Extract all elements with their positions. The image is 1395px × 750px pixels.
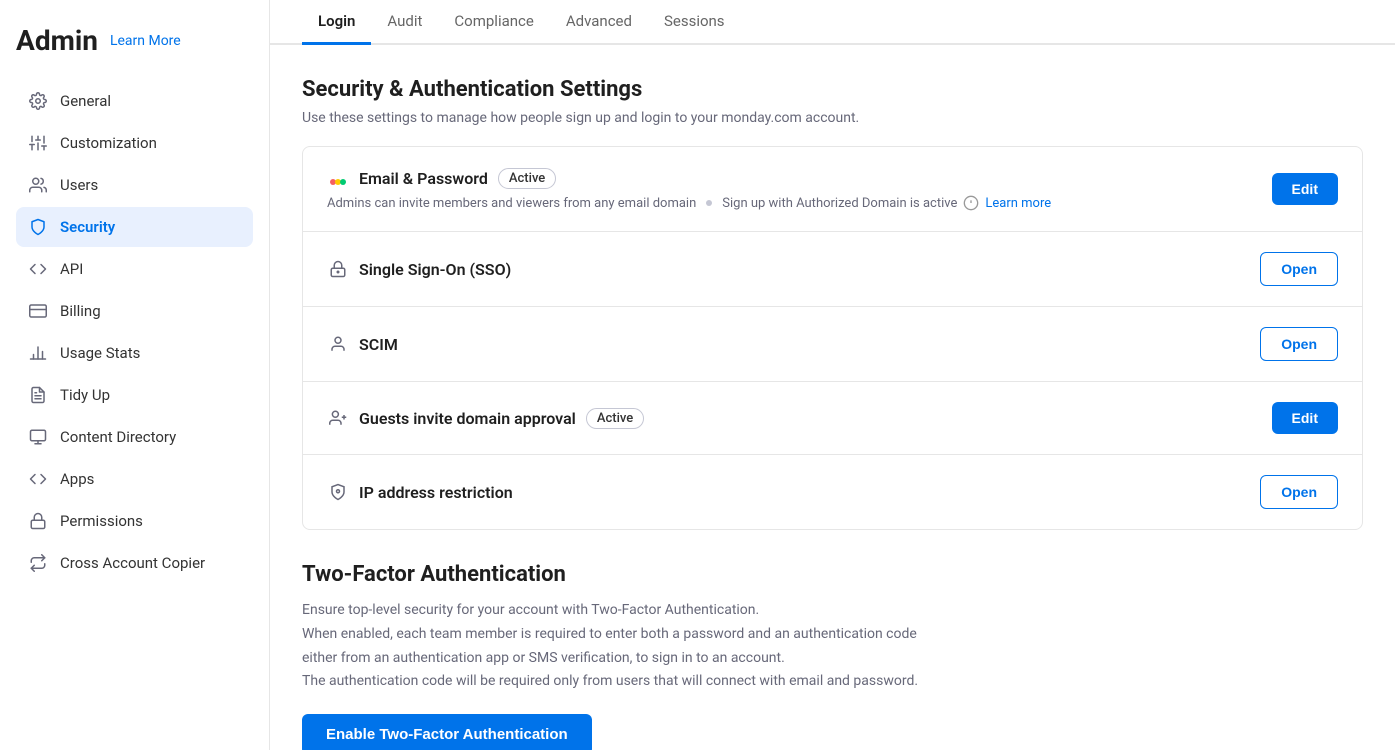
tfa-section: Two-Factor Authentication Ensure top-lev… (302, 562, 1363, 750)
sidebar-item-label-billing: Billing (60, 302, 101, 320)
chart-icon (28, 343, 48, 363)
edit-guests-invite-button[interactable]: Edit (1272, 402, 1338, 434)
sidebar-item-label-users: Users (60, 176, 98, 194)
sidebar-item-label-api: API (60, 260, 83, 278)
sidebar-learn-more-link[interactable]: Learn More (110, 33, 181, 49)
tabs-nav: Login Audit Compliance Advanced Sessions (270, 0, 1395, 45)
scim-title: SCIM (359, 335, 398, 354)
lock-icon (28, 511, 48, 531)
edit-email-password-button[interactable]: Edit (1272, 173, 1338, 205)
sidebar-item-permissions[interactable]: Permissions (16, 501, 253, 541)
tab-sessions[interactable]: Sessions (648, 0, 741, 45)
sidebar-item-security[interactable]: Security (16, 207, 253, 247)
code-icon (28, 469, 48, 489)
tab-login[interactable]: Login (302, 0, 371, 45)
info-icon (963, 195, 979, 211)
guests-invite-badge: Active (586, 408, 644, 429)
email-password-badge: Active (498, 168, 556, 189)
separator-dot (706, 200, 712, 206)
open-scim-button[interactable]: Open (1260, 327, 1338, 361)
tfa-desc-line4: The authentication code will be required… (302, 670, 1363, 694)
settings-row-guests-invite: Guests invite domain approval Active Edi… (303, 382, 1362, 455)
content-area: Security & Authentication Settings Use t… (270, 45, 1395, 750)
sso-title-group: Single Sign-On (SSO) (327, 258, 1260, 280)
arrows-icon (28, 553, 48, 573)
tfa-desc-line3: either from an authentication app or SMS… (302, 647, 1363, 671)
sidebar-item-general[interactable]: General (16, 81, 253, 121)
sidebar-item-label-permissions: Permissions (60, 512, 143, 530)
section-desc: Use these settings to manage how people … (302, 110, 1363, 126)
sidebar-item-apps[interactable]: Apps (16, 459, 253, 499)
sso-title: Single Sign-On (SSO) (359, 260, 511, 279)
settings-row-scim: SCIM Open (303, 307, 1362, 382)
settings-card: Email & Password Active Admins can invit… (302, 146, 1363, 530)
sidebar-item-label-cross-account-copier: Cross Account Copier (60, 554, 205, 572)
settings-row-email-password: Email & Password Active Admins can invit… (303, 147, 1362, 232)
gear-icon (28, 91, 48, 111)
tab-advanced[interactable]: Advanced (550, 0, 648, 45)
open-ip-restriction-button[interactable]: Open (1260, 475, 1338, 509)
tidy-icon (28, 385, 48, 405)
sso-lock-icon (327, 258, 349, 280)
enable-tfa-button[interactable]: Enable Two-Factor Authentication (302, 714, 592, 750)
settings-row-ip-restriction: IP address restriction Open (303, 455, 1362, 529)
api-icon (28, 259, 48, 279)
credit-card-icon (28, 301, 48, 321)
sidebar-header: Admin Learn More (16, 24, 253, 57)
sidebar-item-tidy-up[interactable]: Tidy Up (16, 375, 253, 415)
sidebar-item-label-security: Security (60, 218, 115, 236)
guests-invite-title: Guests invite domain approval (359, 409, 576, 428)
email-password-desc-text: Admins can invite members and viewers fr… (327, 196, 696, 211)
email-password-desc: Admins can invite members and viewers fr… (327, 195, 1272, 211)
scim-user-icon (327, 333, 349, 355)
guests-invite-icon (327, 407, 349, 429)
content-directory-icon (28, 427, 48, 447)
email-password-title-group: Email & Password Active (327, 167, 1272, 189)
settings-row-left-sso: Single Sign-On (SSO) (327, 258, 1260, 280)
ip-restriction-icon (327, 481, 349, 503)
monday-logo-icon (327, 167, 349, 189)
sidebar-item-customization[interactable]: Customization (16, 123, 253, 163)
settings-row-left-ip-restriction: IP address restriction (327, 481, 1260, 503)
sidebar-item-label-customization: Customization (60, 134, 157, 152)
tab-compliance[interactable]: Compliance (438, 0, 549, 45)
sidebar-item-usage-stats[interactable]: Usage Stats (16, 333, 253, 373)
settings-row-left-email-password: Email & Password Active Admins can invit… (327, 167, 1272, 211)
guests-invite-title-group: Guests invite domain approval Active (327, 407, 1272, 429)
ip-restriction-title-group: IP address restriction (327, 481, 1260, 503)
tfa-desc-line1: Ensure top-level security for your accou… (302, 599, 1363, 623)
sidebar-item-cross-account-copier[interactable]: Cross Account Copier (16, 543, 253, 583)
sidebar-title: Admin (16, 24, 98, 57)
tfa-desc-line2: When enabled, each team member is requir… (302, 623, 1363, 647)
sidebar-item-content-directory[interactable]: Content Directory (16, 417, 253, 457)
ip-restriction-title: IP address restriction (359, 483, 513, 502)
sidebar: Admin Learn More General Customization U… (0, 0, 270, 750)
scim-title-group: SCIM (327, 333, 1260, 355)
shield-icon (28, 217, 48, 237)
sidebar-item-label-content-directory: Content Directory (60, 428, 176, 446)
learn-more-link[interactable]: Learn more (985, 196, 1051, 211)
sidebar-item-label-general: General (60, 92, 111, 110)
section-title: Security & Authentication Settings (302, 77, 1363, 102)
sidebar-item-billing[interactable]: Billing (16, 291, 253, 331)
sidebar-item-label-apps: Apps (60, 470, 94, 488)
sliders-icon (28, 133, 48, 153)
main-content: Login Audit Compliance Advanced Sessions… (270, 0, 1395, 750)
sidebar-item-label-tidy-up: Tidy Up (60, 386, 110, 404)
sidebar-item-api[interactable]: API (16, 249, 253, 289)
tab-audit[interactable]: Audit (371, 0, 438, 45)
email-password-title: Email & Password (359, 169, 488, 188)
users-icon (28, 175, 48, 195)
open-sso-button[interactable]: Open (1260, 252, 1338, 286)
tfa-desc: Ensure top-level security for your accou… (302, 599, 1363, 694)
email-password-desc2-text: Sign up with Authorized Domain is active (722, 196, 957, 211)
sidebar-item-users[interactable]: Users (16, 165, 253, 205)
tfa-title: Two-Factor Authentication (302, 562, 1363, 587)
settings-row-left-scim: SCIM (327, 333, 1260, 355)
sidebar-item-label-usage-stats: Usage Stats (60, 344, 140, 362)
settings-row-left-guests-invite: Guests invite domain approval Active (327, 407, 1272, 429)
settings-row-sso: Single Sign-On (SSO) Open (303, 232, 1362, 307)
